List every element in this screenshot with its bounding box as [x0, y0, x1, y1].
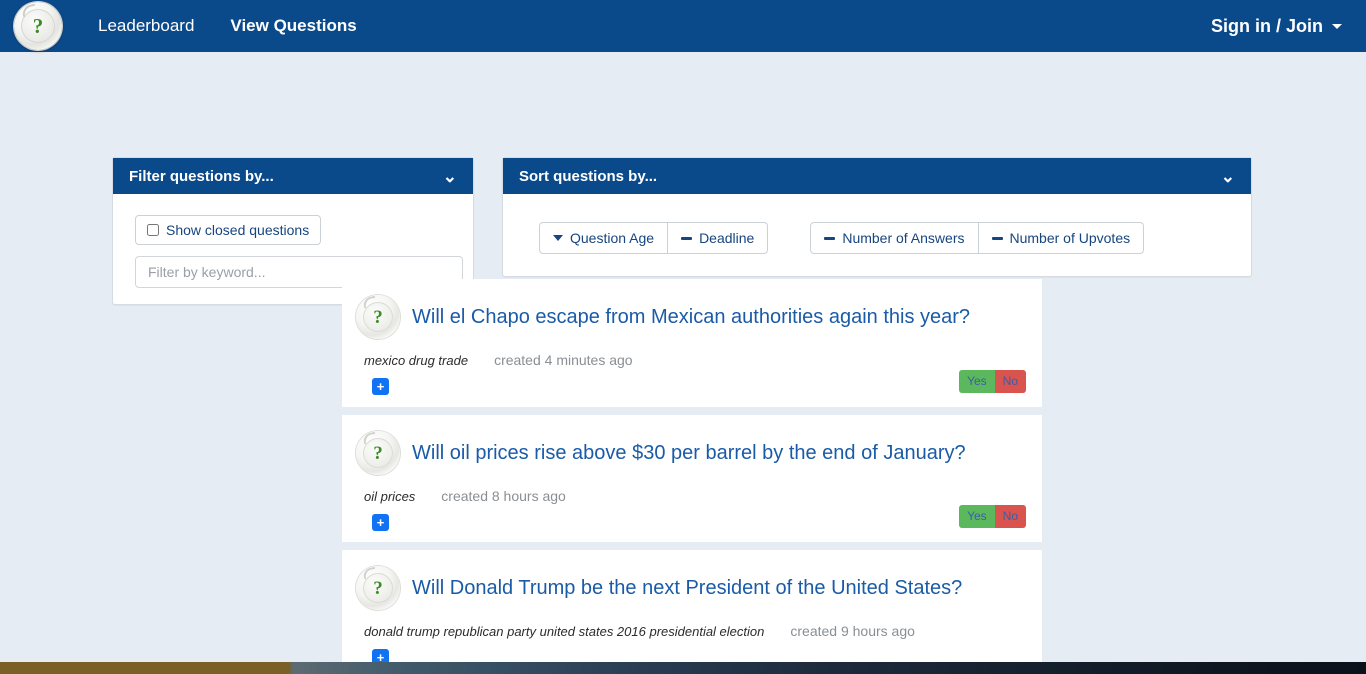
sort-button-deadline-label: Deadline	[699, 230, 755, 246]
chevron-down-icon[interactable]: ⌄	[443, 168, 457, 185]
question-mark-badge-icon: ?	[356, 431, 400, 475]
nav-right: Sign in / Join	[1211, 16, 1342, 37]
answer-button-yes[interactable]: Yes	[959, 505, 995, 528]
sort-group-counts: Number of Answers Number of Upvotes	[810, 222, 1145, 254]
question-created-time: created 8 hours ago	[441, 488, 566, 504]
add-answer-button[interactable]: +	[372, 378, 389, 395]
question-header: ? Will oil prices rise above $30 per bar…	[356, 431, 1020, 475]
nav-link-view-questions[interactable]: View Questions	[212, 0, 374, 52]
show-closed-questions-toggle[interactable]: Show closed questions	[135, 215, 322, 245]
question-title-link[interactable]: Will Donald Trump be the next President …	[412, 576, 962, 600]
question-mark-badge-icon: ?	[356, 295, 400, 339]
sort-button-number-of-answers-label: Number of Answers	[842, 230, 965, 246]
sort-button-number-of-upvotes-label: Number of Upvotes	[1009, 230, 1131, 246]
caret-down-icon	[1332, 23, 1342, 29]
add-answer-button[interactable]: +	[372, 514, 389, 531]
filter-panel-header[interactable]: Filter questions by... ⌄	[113, 158, 473, 194]
panels-row: Filter questions by... ⌄ Show closed que…	[0, 52, 1366, 305]
sort-panel-body: Question Age Deadline Number of Answers	[503, 194, 1251, 276]
top-navbar: ? Leaderboard View Questions Sign in / J…	[0, 0, 1366, 52]
sort-button-groups: Question Age Deadline Number of Answers	[503, 208, 1251, 260]
question-mark-badge-icon: ?	[356, 566, 400, 610]
question-header: ? Will el Chapo escape from Mexican auth…	[356, 295, 1020, 339]
dash-icon	[681, 236, 693, 240]
brand-logo-icon[interactable]: ?	[14, 2, 62, 50]
browser-viewport: ? Leaderboard View Questions Sign in / J…	[0, 0, 1366, 666]
sort-group-time: Question Age Deadline	[539, 222, 769, 254]
question-created-time: created 4 minutes ago	[494, 352, 633, 368]
question-answer-buttons: Yes No	[959, 505, 1026, 528]
desktop-wallpaper-strip	[0, 662, 1366, 674]
question-mark-glyph: ?	[373, 577, 383, 599]
answer-button-yes[interactable]: Yes	[959, 370, 995, 393]
sort-questions-panel: Sort questions by... ⌄ Question Age Dead…	[502, 157, 1252, 277]
sort-button-question-age[interactable]: Question Age	[539, 222, 669, 254]
sign-in-join-label: Sign in / Join	[1211, 15, 1323, 36]
question-tags[interactable]: oil prices	[364, 489, 415, 504]
question-title-link[interactable]: Will oil prices rise above $30 per barre…	[412, 441, 966, 465]
sort-button-deadline[interactable]: Deadline	[668, 222, 769, 254]
question-meta: donald trump republican party united sta…	[364, 623, 1020, 639]
question-card[interactable]: ? Will el Chapo escape from Mexican auth…	[342, 279, 1042, 407]
answer-button-no[interactable]: No	[994, 370, 1026, 393]
questions-list: ? Will el Chapo escape from Mexican auth…	[342, 279, 1042, 666]
question-meta: mexico drug trade created 4 minutes ago	[364, 352, 1020, 368]
sort-button-number-of-answers[interactable]: Number of Answers	[810, 222, 979, 254]
question-answer-buttons: Yes No	[959, 370, 1026, 393]
question-card[interactable]: ? Will oil prices rise above $30 per bar…	[342, 407, 1042, 542]
nav-links: Leaderboard View Questions	[80, 0, 375, 52]
show-closed-questions-checkbox[interactable]	[147, 224, 159, 236]
brand-logo-glyph: ?	[32, 13, 44, 38]
sign-in-join-dropdown[interactable]: Sign in / Join	[1211, 16, 1342, 37]
question-title-link[interactable]: Will el Chapo escape from Mexican author…	[412, 305, 970, 329]
sort-button-number-of-upvotes[interactable]: Number of Upvotes	[978, 222, 1145, 254]
question-tags[interactable]: donald trump republican party united sta…	[364, 624, 764, 639]
answer-button-no[interactable]: No	[994, 505, 1026, 528]
question-created-time: created 9 hours ago	[790, 623, 915, 639]
question-meta: oil prices created 8 hours ago	[364, 488, 1020, 504]
show-closed-questions-label: Show closed questions	[166, 222, 310, 238]
question-mark-glyph: ?	[373, 442, 383, 464]
question-mark-glyph: ?	[373, 306, 383, 328]
sort-button-question-age-label: Question Age	[570, 230, 655, 246]
dash-icon	[991, 236, 1003, 240]
sort-panel-title: Sort questions by...	[519, 167, 658, 185]
question-header: ? Will Donald Trump be the next Presiden…	[356, 566, 1020, 610]
sort-panel-header[interactable]: Sort questions by... ⌄	[503, 158, 1251, 194]
dash-icon	[824, 236, 836, 240]
chevron-down-icon	[553, 235, 563, 241]
question-card[interactable]: ? Will Donald Trump be the next Presiden…	[342, 542, 1042, 666]
question-tags[interactable]: mexico drug trade	[364, 353, 468, 368]
filter-panel-title: Filter questions by...	[129, 167, 274, 185]
chevron-down-icon[interactable]: ⌄	[1221, 168, 1235, 185]
desktop-wallpaper-ground	[0, 662, 290, 674]
nav-link-leaderboard[interactable]: Leaderboard	[80, 0, 212, 52]
